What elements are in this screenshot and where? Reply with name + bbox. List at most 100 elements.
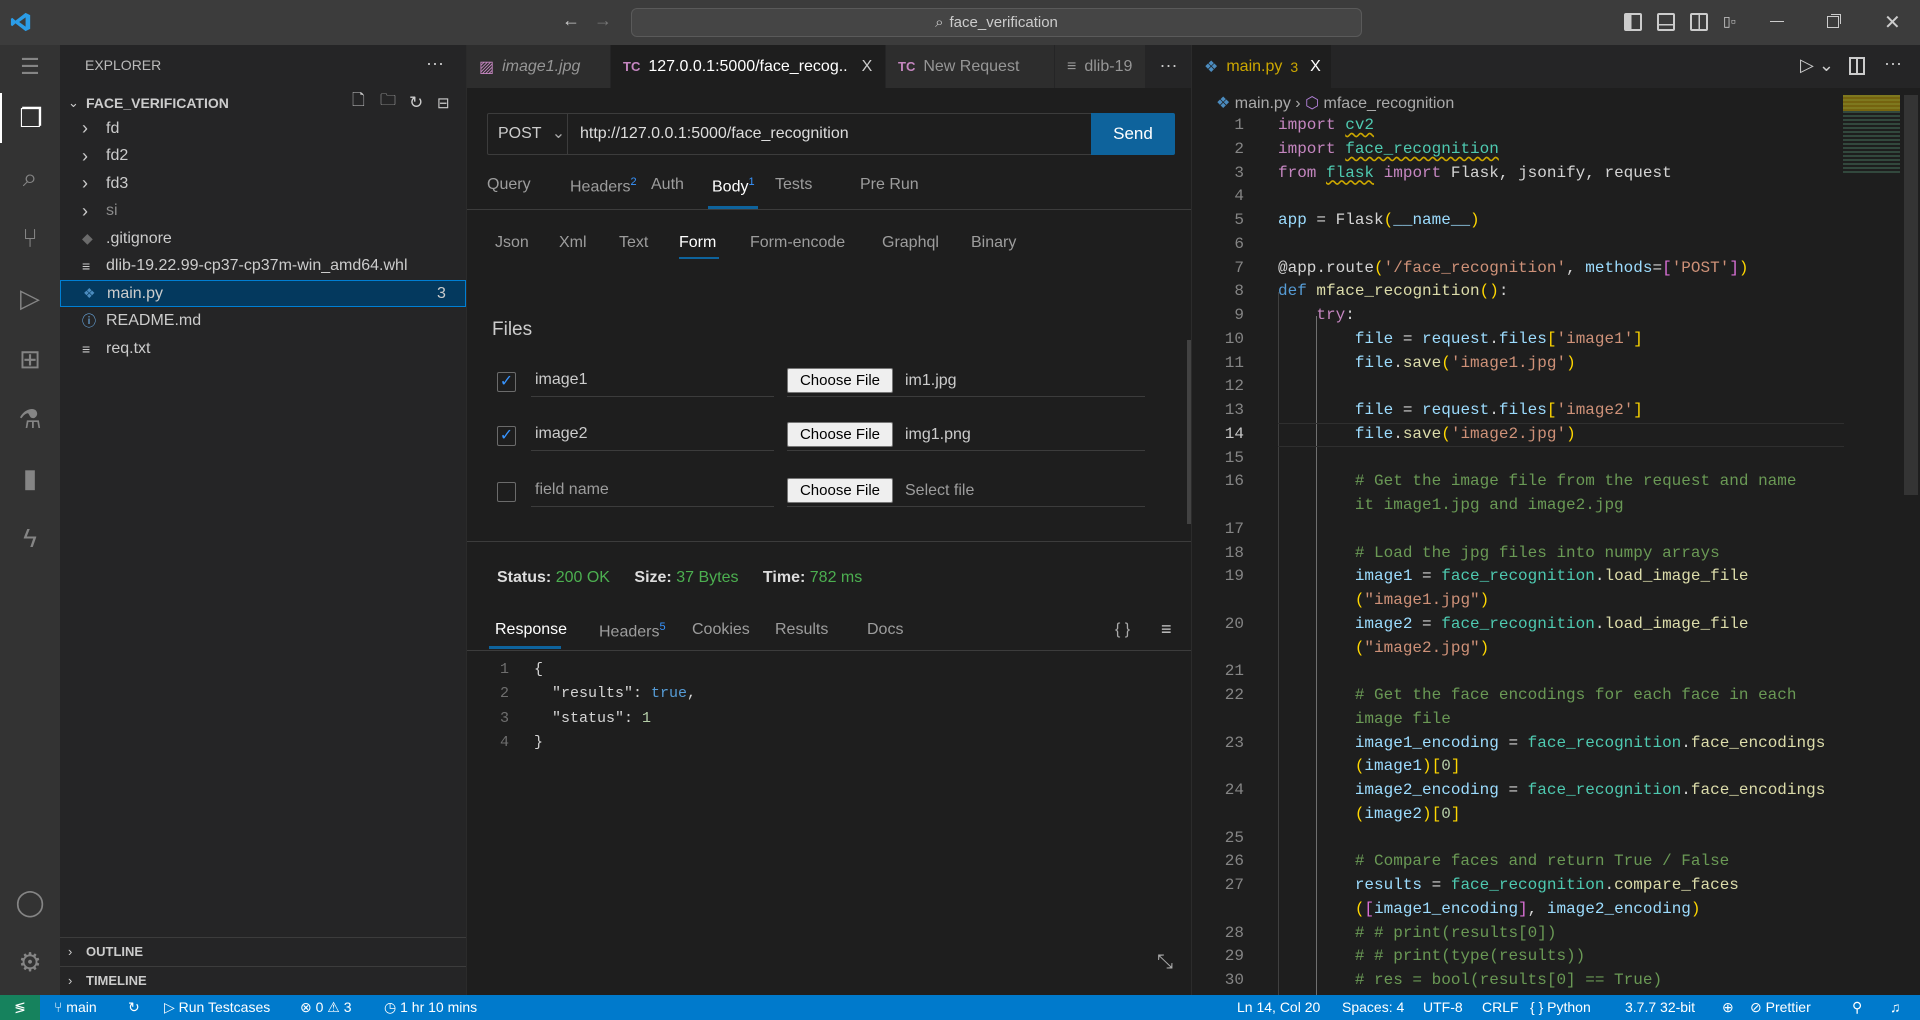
body-tab[interactable]: Form-encode: [750, 234, 845, 252]
close-tab-icon[interactable]: X: [862, 58, 873, 76]
tabs-more-icon[interactable]: ···: [1146, 45, 1191, 88]
remote-indicator-icon[interactable]: ≶: [0, 995, 40, 1020]
body-tab[interactable]: Form: [679, 234, 716, 252]
tab-face-recognition-request[interactable]: TC 127.0.0.1:5000/face_recog.. X: [611, 45, 886, 88]
outline-section[interactable]: › OUTLINE: [60, 937, 466, 964]
python-interpreter[interactable]: 3.7.7 32-bit: [1625, 995, 1695, 1020]
response-tab[interactable]: Cookies: [692, 621, 750, 639]
run-debug-icon[interactable]: ▷: [0, 273, 60, 323]
body-tab[interactable]: Binary: [971, 234, 1016, 252]
thunder-client-icon[interactable]: ϟ: [0, 513, 60, 563]
file-tree-item[interactable]: ≡ req.txt: [60, 335, 466, 362]
choose-file-button[interactable]: Choose File: [787, 422, 893, 447]
tab-main-py[interactable]: ❖ main.py 3 X: [1192, 45, 1332, 88]
request-tab[interactable]: Headers2: [570, 176, 637, 196]
file-tree-item[interactable]: ◆ .gitignore: [60, 225, 466, 252]
more-actions-icon[interactable]: ···: [426, 53, 444, 74]
editor-scrollbar[interactable]: [1904, 95, 1918, 495]
branch-indicator[interactable]: ⑂ main: [54, 995, 97, 1020]
run-testcases-button[interactable]: ▷ Run Testcases: [164, 995, 270, 1020]
field-name-input[interactable]: field name: [531, 477, 774, 507]
testing-icon[interactable]: ⚗: [0, 394, 60, 444]
file-tree-item[interactable]: › fd3: [60, 170, 466, 197]
encoding[interactable]: UTF-8: [1423, 995, 1463, 1020]
editor-more-icon[interactable]: ···: [1884, 53, 1902, 74]
body-tab[interactable]: Xml: [559, 234, 587, 252]
breadcrumb-file[interactable]: main.py: [1235, 95, 1291, 112]
body-tab[interactable]: Json: [495, 234, 529, 252]
request-tab[interactable]: Auth: [651, 176, 684, 194]
minimize-icon[interactable]: [1770, 21, 1784, 22]
refresh-icon[interactable]: ↻: [409, 93, 423, 113]
notifications-bell-icon[interactable]: ♫: [1890, 995, 1901, 1020]
collapse-all-icon[interactable]: ⊟: [437, 94, 450, 112]
file-tree-item[interactable]: ⓘ README.md: [60, 308, 466, 335]
minimap-slider[interactable]: [1843, 95, 1900, 111]
format-braces-icon[interactable]: { }: [1115, 621, 1130, 639]
body-tab[interactable]: Text: [619, 234, 648, 252]
indentation[interactable]: Spaces: 4: [1342, 995, 1404, 1020]
search-icon[interactable]: ⌕: [0, 153, 60, 203]
close-tab-icon[interactable]: X: [1310, 58, 1321, 76]
request-tab[interactable]: Query: [487, 176, 531, 194]
breadcrumb-symbol[interactable]: mface_recognition: [1323, 95, 1454, 112]
end-of-line[interactable]: CRLF: [1482, 995, 1519, 1020]
close-window-icon[interactable]: ✕: [1884, 10, 1901, 35]
toggle-secondary-sidebar-icon[interactable]: [1690, 13, 1708, 31]
tab-dlib[interactable]: ≡ dlib-19: [1055, 45, 1146, 88]
tab-image1[interactable]: ▨ image1.jpg: [467, 45, 611, 88]
send-button[interactable]: Send: [1091, 113, 1175, 155]
enable-checkbox[interactable]: [497, 482, 516, 502]
command-center-search[interactable]: ⌕ face_verification: [631, 8, 1362, 37]
form-scrollbar[interactable]: [1187, 340, 1191, 524]
feedback-icon[interactable]: ⚲: [1852, 995, 1862, 1020]
account-icon[interactable]: ◯: [0, 877, 60, 927]
file-tree-item[interactable]: › fd2: [60, 143, 466, 170]
new-file-icon[interactable]: 🗋: [352, 89, 365, 116]
choose-file-button[interactable]: Choose File: [787, 478, 893, 503]
response-body[interactable]: 1{2 "results": true, 3 "status": 1 4}: [467, 650, 1191, 770]
response-tab[interactable]: Headers5: [599, 621, 666, 641]
field-name-input[interactable]: image2: [531, 421, 774, 451]
enable-checkbox[interactable]: ✓: [497, 372, 516, 392]
url-input[interactable]: http://127.0.0.1:5000/face_recognition: [580, 114, 849, 154]
toggle-primary-sidebar-icon[interactable]: [1624, 13, 1642, 31]
new-folder-icon[interactable]: 🗀: [380, 89, 396, 116]
menu-icon[interactable]: ☰: [0, 42, 60, 92]
charts-icon[interactable]: ▮: [0, 453, 60, 503]
file-tree-item[interactable]: ❖ main.py 3: [60, 280, 466, 307]
file-tree-item[interactable]: ≡ dlib-19.22.99-cp37-cp37m-win_amd64.whl: [60, 253, 466, 280]
request-tab[interactable]: Pre Run: [860, 176, 919, 194]
code-area[interactable]: 1 import cv2 2 import face_recognition 3 from…: [1192, 114, 1842, 995]
back-arrow-icon[interactable]: ←: [562, 10, 580, 31]
method-select[interactable]: POST ⌄: [488, 114, 568, 154]
prettier-indicator[interactable]: ⊘ Prettier: [1750, 995, 1811, 1020]
run-python-icon[interactable]: ▷ ⌄: [1800, 55, 1834, 76]
enable-checkbox[interactable]: ✓: [497, 426, 516, 446]
request-tab[interactable]: Body1: [712, 176, 755, 196]
explorer-icon[interactable]: ❐: [0, 93, 60, 143]
timeline-section[interactable]: › TIMELINE: [60, 966, 466, 993]
forward-arrow-icon[interactable]: →: [594, 10, 612, 31]
customize-layout-icon[interactable]: ▯▫: [1723, 13, 1741, 31]
problems-indicator[interactable]: ⊗ 0 ⚠ 3: [300, 995, 352, 1020]
project-folder-header[interactable]: ⌄ FACE_VERIFICATION 🗋 🗀 ↻ ⊟: [60, 89, 466, 116]
body-tab[interactable]: Graphql: [882, 234, 939, 252]
restore-icon[interactable]: [1827, 16, 1839, 28]
field-name-input[interactable]: image1: [531, 367, 774, 397]
request-tab[interactable]: Tests: [775, 176, 812, 194]
source-control-icon[interactable]: ⑂: [0, 213, 60, 263]
sync-icon[interactable]: ↻: [128, 995, 140, 1020]
settings-gear-icon[interactable]: ⚙: [0, 937, 60, 987]
extensions-icon[interactable]: ⊞: [0, 334, 60, 384]
time-tracker[interactable]: ◷ 1 hr 10 mins: [384, 995, 477, 1020]
cursor-position[interactable]: Ln 14, Col 20: [1237, 995, 1320, 1020]
split-editor-icon[interactable]: [1849, 57, 1865, 75]
file-tree-item[interactable]: › fd: [60, 115, 466, 142]
expand-icon[interactable]: ⤡: [1157, 951, 1173, 974]
choose-file-button[interactable]: Choose File: [787, 368, 893, 393]
copilot-icon[interactable]: ⊕: [1722, 995, 1734, 1020]
response-tab[interactable]: Docs: [867, 621, 903, 639]
file-tree-item[interactable]: › si: [60, 198, 466, 225]
tab-new-request[interactable]: TC New Request: [886, 45, 1055, 88]
